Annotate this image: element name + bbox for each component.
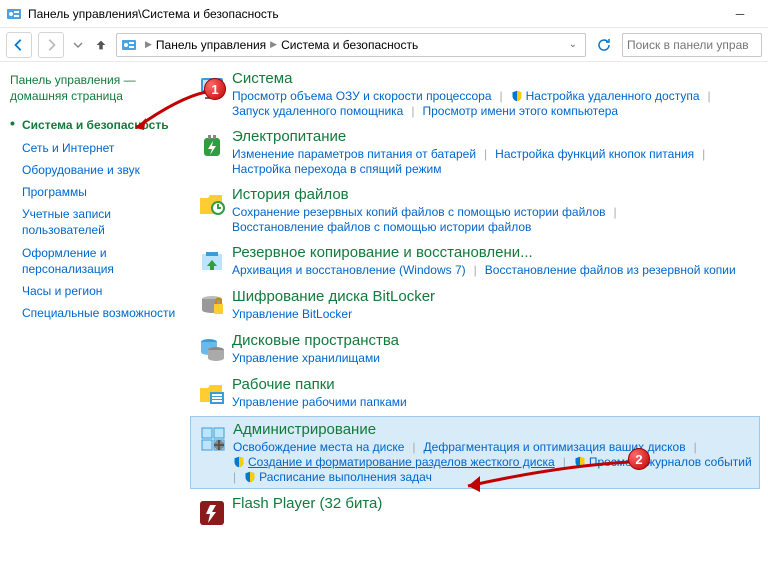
breadcrumb-current[interactable]: Система и безопасность bbox=[281, 38, 418, 52]
search-field[interactable] bbox=[622, 33, 762, 57]
sidebar-item[interactable]: Сеть и Интернет bbox=[10, 137, 184, 159]
category: Рабочие папки Управление рабочими папками bbox=[190, 372, 760, 414]
chevron-right-icon[interactable]: ▶ bbox=[145, 39, 152, 50]
annotation-arrow-2 bbox=[458, 458, 634, 494]
task-link[interactable]: Настройка функций кнопок питания bbox=[495, 147, 694, 161]
breadcrumb-bar[interactable]: ▶ Панель управления ▶ Система и безопасн… bbox=[116, 33, 586, 57]
category-title[interactable]: Рабочие папки bbox=[232, 376, 754, 393]
annotation-arrow-1 bbox=[128, 88, 210, 136]
sidebar-item[interactable]: Учетные записи пользователей bbox=[10, 203, 184, 241]
task-link[interactable]: Расписание выполнения задач bbox=[244, 470, 432, 484]
search-input[interactable] bbox=[627, 38, 757, 52]
forward-button[interactable] bbox=[38, 32, 64, 58]
link-separator: | bbox=[708, 89, 711, 103]
category-title[interactable]: Шифрование диска BitLocker bbox=[232, 288, 754, 305]
link-separator: | bbox=[694, 440, 697, 454]
window-title: Панель управления\Система и безопасность bbox=[28, 7, 279, 21]
task-link[interactable]: Освобождение места на диске bbox=[233, 440, 404, 454]
category: Резервное копирование и восстановлени...… bbox=[190, 240, 760, 282]
category-title[interactable]: Система bbox=[232, 70, 754, 87]
task-link[interactable]: Изменение параметров питания от батарей bbox=[232, 147, 476, 161]
control-panel-icon bbox=[121, 37, 137, 53]
task-link[interactable]: Управление рабочими папками bbox=[232, 395, 407, 409]
recent-dropdown[interactable] bbox=[70, 32, 86, 58]
category: Дисковые пространства Управление хранилищ… bbox=[190, 328, 760, 370]
task-link[interactable]: Запуск удаленного помощника bbox=[232, 104, 403, 118]
minimize-button[interactable]: ─ bbox=[718, 4, 762, 24]
category: Flash Player (32 бита) bbox=[190, 491, 760, 533]
category-title[interactable]: Электропитание bbox=[232, 128, 754, 145]
task-link[interactable]: Архивация и восстановление (Windows 7) bbox=[232, 263, 466, 277]
sidebar-item[interactable]: Оборудование и звук bbox=[10, 159, 184, 181]
breadcrumb-root[interactable]: Панель управления bbox=[156, 38, 266, 52]
task-link[interactable]: Управление хранилищами bbox=[232, 351, 380, 365]
category-icon bbox=[196, 495, 232, 529]
annotation-step-2: 2 bbox=[628, 448, 650, 470]
task-link[interactable]: Управление BitLocker bbox=[232, 307, 352, 321]
category: Система Просмотр объема ОЗУ и скорости пр… bbox=[190, 66, 760, 122]
category-icon bbox=[196, 244, 232, 278]
link-separator: | bbox=[500, 89, 503, 103]
address-dropdown[interactable]: ⌄ bbox=[565, 39, 581, 50]
category-icon bbox=[196, 376, 232, 410]
task-link[interactable]: Восстановление файлов из резервной копии bbox=[485, 263, 736, 277]
control-panel-icon bbox=[6, 6, 22, 22]
category: Электропитание Изменение параметров питан… bbox=[190, 124, 760, 180]
uac-shield-icon bbox=[233, 456, 245, 468]
link-separator: | bbox=[233, 470, 236, 484]
link-separator: | bbox=[702, 147, 705, 161]
sidebar-item[interactable]: Часы и регион bbox=[10, 280, 184, 302]
category-icon bbox=[196, 332, 232, 366]
link-separator: | bbox=[411, 104, 414, 118]
sidebar-item[interactable]: Программы bbox=[10, 181, 184, 203]
up-button[interactable] bbox=[92, 32, 110, 58]
address-bar: ▶ Панель управления ▶ Система и безопасн… bbox=[0, 28, 768, 62]
task-link[interactable]: Восстановление файлов с помощью истории … bbox=[232, 220, 531, 234]
task-link[interactable]: Настройка перехода в спящий режим bbox=[232, 162, 441, 176]
category-title[interactable]: Flash Player (32 бита) bbox=[232, 495, 754, 512]
task-link[interactable]: Просмотр имени этого компьютера bbox=[422, 104, 618, 118]
annotation-step-1: 1 bbox=[204, 78, 226, 100]
title-bar: Панель управления\Система и безопасность… bbox=[0, 0, 768, 28]
refresh-button[interactable] bbox=[592, 33, 616, 57]
category-title[interactable]: Дисковые пространства bbox=[232, 332, 754, 349]
sidebar-item[interactable]: Специальные возможности bbox=[10, 302, 184, 324]
task-link[interactable]: Просмотр объема ОЗУ и скорости процессор… bbox=[232, 89, 492, 103]
task-link[interactable]: Настройка удаленного доступа bbox=[511, 89, 700, 103]
back-button[interactable] bbox=[6, 32, 32, 58]
category: История файлов Сохранение резервных копий… bbox=[190, 182, 760, 238]
category-title[interactable]: Администрирование bbox=[233, 421, 753, 438]
task-link[interactable]: Сохранение резервных копий файлов с помо… bbox=[232, 205, 606, 219]
uac-shield-icon bbox=[511, 90, 523, 102]
sidebar: Панель управления — домашняя страница Си… bbox=[0, 62, 190, 561]
category-icon bbox=[196, 186, 232, 234]
uac-shield-icon bbox=[244, 471, 256, 483]
link-separator: | bbox=[614, 205, 617, 219]
link-separator: | bbox=[474, 263, 477, 277]
link-separator: | bbox=[412, 440, 415, 454]
link-separator: | bbox=[484, 147, 487, 161]
category-title[interactable]: История файлов bbox=[232, 186, 754, 203]
chevron-right-icon[interactable]: ▶ bbox=[270, 39, 277, 50]
category-icon bbox=[196, 288, 232, 322]
category-icon bbox=[197, 421, 233, 484]
category-title[interactable]: Резервное копирование и восстановлени... bbox=[232, 244, 754, 261]
sidebar-item[interactable]: Оформление и персонализация bbox=[10, 242, 184, 280]
category: Шифрование диска BitLocker Управление Bit… bbox=[190, 284, 760, 326]
